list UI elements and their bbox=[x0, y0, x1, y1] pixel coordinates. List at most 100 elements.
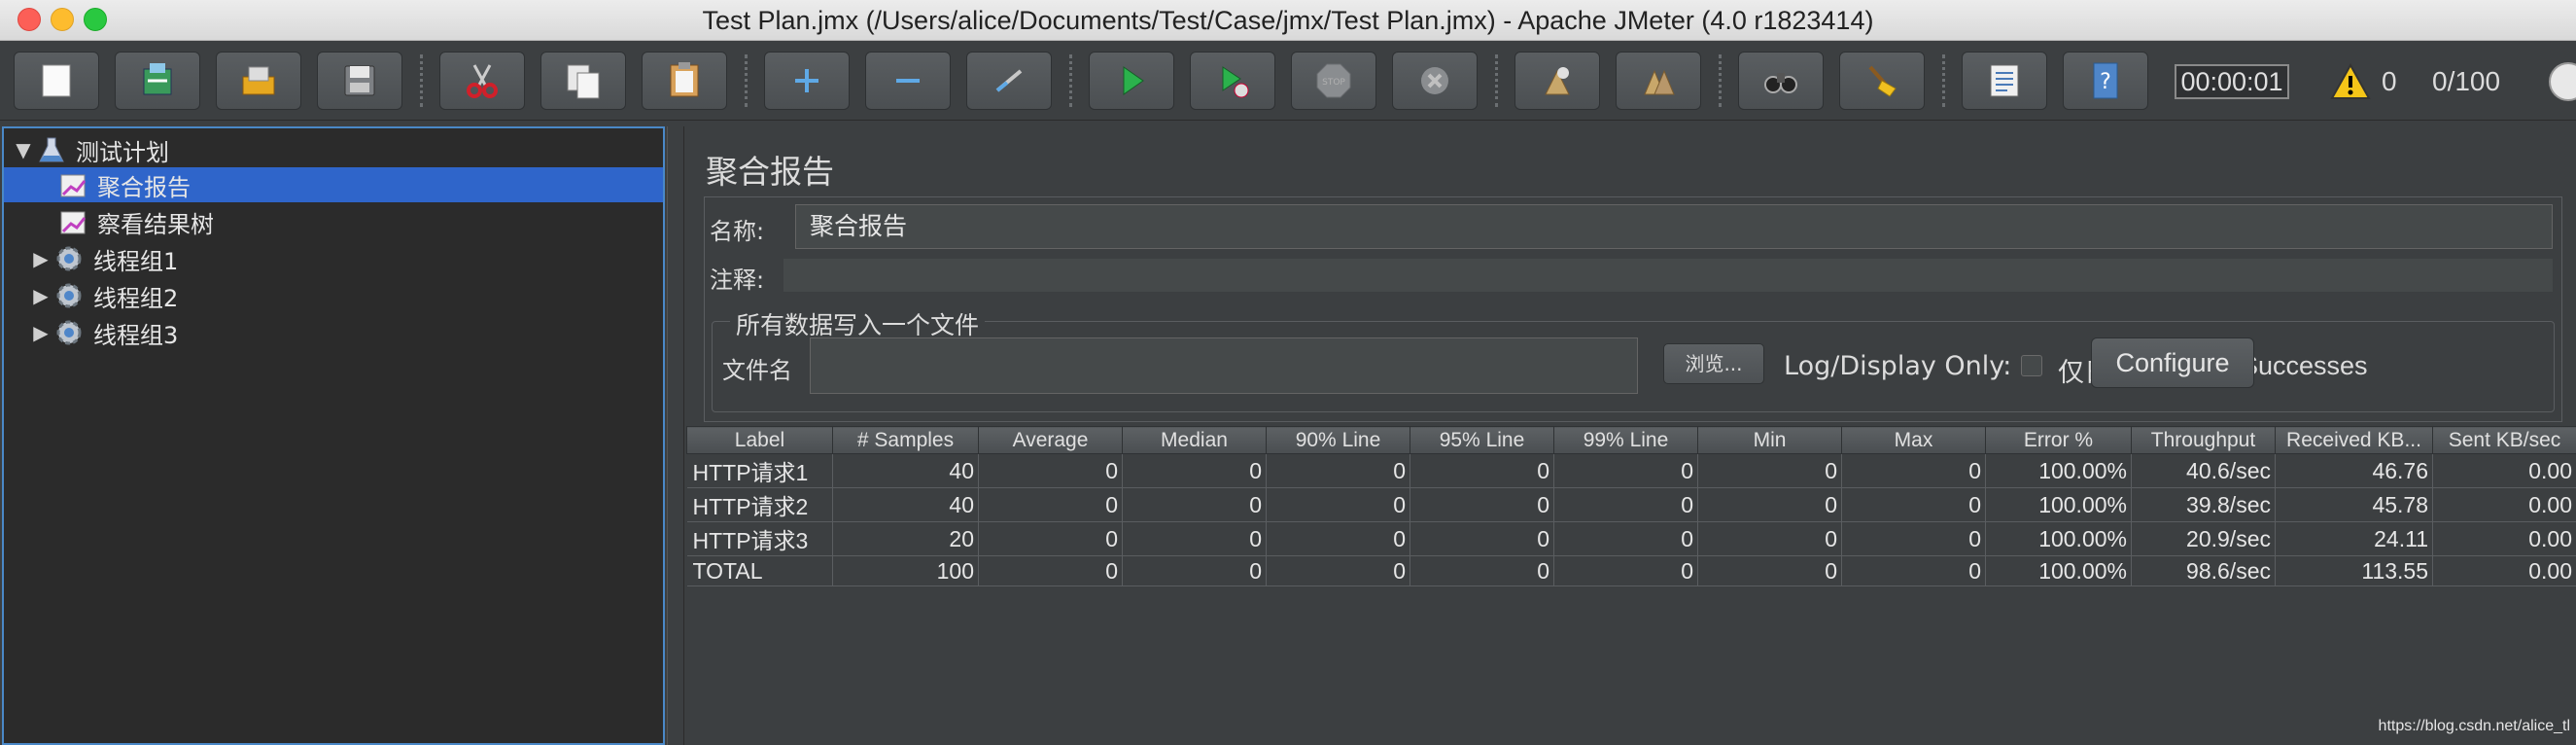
table-cell: 0 bbox=[1697, 521, 1842, 556]
copy-button[interactable] bbox=[540, 52, 626, 110]
table-cell: 20 bbox=[832, 521, 979, 556]
column-header[interactable]: Sent KB/sec bbox=[2432, 426, 2576, 454]
table-cell: 0.00 bbox=[2432, 487, 2576, 522]
collapse-arrow-icon[interactable]: ▼ bbox=[12, 138, 35, 161]
column-header[interactable]: 90% Line bbox=[1266, 426, 1410, 454]
warning-icon[interactable] bbox=[2330, 62, 2371, 101]
table-cell: 0 bbox=[1410, 521, 1554, 556]
column-header[interactable]: Max bbox=[1841, 426, 1986, 454]
table-cell: 0 bbox=[1553, 453, 1698, 488]
expand-icon bbox=[795, 69, 818, 92]
comment-field[interactable] bbox=[783, 259, 2553, 292]
watermark: https://blog.csdn.net/alice_tl bbox=[2378, 718, 2570, 734]
help-button[interactable]: ? bbox=[2063, 52, 2148, 110]
table-header-row: Label # Samples Average Median 90% Line 95% L… bbox=[686, 426, 2576, 454]
tree-node-view-results-tree[interactable]: 察看结果树 bbox=[56, 204, 640, 239]
table-cell: 0 bbox=[1122, 555, 1267, 586]
clear-all-button[interactable] bbox=[1616, 52, 1701, 110]
cut-button[interactable] bbox=[439, 52, 525, 110]
chart-icon bbox=[56, 206, 89, 237]
panel-splitter[interactable] bbox=[667, 126, 684, 745]
filename-label: 文件名 bbox=[722, 357, 792, 384]
name-field[interactable]: 聚合报告 bbox=[795, 204, 2553, 249]
column-header[interactable]: Throughput bbox=[2131, 426, 2276, 454]
expand-arrow-icon[interactable]: ▶ bbox=[29, 247, 52, 270]
table-cell: 0 bbox=[1697, 487, 1842, 522]
table-cell: 100 bbox=[832, 555, 979, 586]
table-cell: 100.00% bbox=[1985, 555, 2132, 586]
column-header[interactable]: Average bbox=[978, 426, 1123, 454]
column-header[interactable]: Median bbox=[1122, 426, 1267, 454]
name-label: 名称: bbox=[710, 218, 765, 245]
column-header[interactable]: Min bbox=[1697, 426, 1842, 454]
table-cell: 0 bbox=[1122, 521, 1267, 556]
start-no-pause-icon bbox=[1222, 66, 1249, 98]
table-cell: 98.6/sec bbox=[2131, 555, 2276, 586]
test-plan-tree[interactable]: ▼ 测试计划 聚合报告 察看结果树 ▶ 线程组1 ▶ 线程组2 ▶ 线程组3 bbox=[2, 126, 665, 745]
table-row[interactable]: HTTP请求3 20 0 0 0 0 0 0 0 100.00% 20.9/sec 24.11 0.00 bbox=[686, 521, 2576, 556]
tree-node-test-plan[interactable]: ▼ 测试计划 bbox=[12, 132, 663, 167]
table-row[interactable]: TOTAL 100 0 0 0 0 0 0 0 100.00% 98.6/sec 113.55 0.00 bbox=[686, 555, 2576, 586]
expand-button[interactable] bbox=[764, 52, 850, 110]
browse-button[interactable]: 浏览... bbox=[1663, 343, 1764, 384]
table-cell: 0 bbox=[1553, 521, 1698, 556]
results-table[interactable]: Label # Samples Average Median 90% Line 95% L… bbox=[686, 426, 2576, 745]
toggle-button[interactable] bbox=[966, 52, 1052, 110]
table-cell: 0 bbox=[1122, 453, 1267, 488]
stop-button[interactable]: STOP bbox=[1291, 52, 1376, 110]
copy-icon bbox=[567, 64, 600, 99]
toolbar-separator bbox=[1495, 54, 1498, 107]
table-row[interactable]: HTTP请求2 40 0 0 0 0 0 0 0 100.00% 39.8/sec 45.78 0.00 bbox=[686, 487, 2576, 522]
table-cell: 0 bbox=[978, 521, 1123, 556]
search-button[interactable] bbox=[1738, 52, 1824, 110]
table-cell: 0 bbox=[1697, 555, 1842, 586]
column-header[interactable]: Label bbox=[686, 426, 833, 454]
column-header[interactable]: 95% Line bbox=[1410, 426, 1554, 454]
function-helper-button[interactable] bbox=[1962, 52, 2047, 110]
column-header[interactable]: # Samples bbox=[832, 426, 979, 454]
table-cell: 0 bbox=[1410, 453, 1554, 488]
reset-search-button[interactable] bbox=[1839, 52, 1925, 110]
paste-button[interactable] bbox=[642, 52, 727, 110]
table-cell: 100.00% bbox=[1985, 487, 2132, 522]
collapse-icon bbox=[896, 79, 920, 83]
tree-node-thread-group-3[interactable]: ▶ 线程组3 bbox=[29, 315, 642, 350]
table-cell: 0.00 bbox=[2432, 555, 2576, 586]
file-group-title: 所有数据写入一个文件 bbox=[730, 306, 986, 341]
window-title: Test Plan.jmx (/Users/alice/Documents/Te… bbox=[702, 6, 1874, 35]
table-cell: 0.00 bbox=[2432, 521, 2576, 556]
table-row[interactable]: HTTP请求1 40 0 0 0 0 0 0 0 100.00% 40.6/sec 46.76 0.00 bbox=[686, 453, 2576, 488]
table-cell: HTTP请求1 bbox=[686, 453, 833, 488]
table-cell: 0 bbox=[1266, 487, 1410, 522]
start-no-pause-button[interactable] bbox=[1190, 52, 1275, 110]
table-cell: 0 bbox=[1841, 521, 1986, 556]
shutdown-button[interactable] bbox=[1392, 52, 1478, 110]
table-cell: 100.00% bbox=[1985, 453, 2132, 488]
tree-node-label: 测试计划 bbox=[76, 138, 169, 166]
clear-all-icon bbox=[1644, 69, 1675, 95]
expand-arrow-icon[interactable]: ▶ bbox=[29, 321, 52, 344]
clear-button[interactable] bbox=[1514, 52, 1600, 110]
open-button[interactable] bbox=[216, 52, 301, 110]
expand-arrow-icon[interactable]: ▶ bbox=[29, 284, 52, 307]
tree-node-aggregate-report[interactable]: 聚合报告 bbox=[4, 167, 663, 202]
column-header[interactable]: Error % bbox=[1985, 426, 2132, 454]
errors-only-checkbox[interactable] bbox=[2021, 355, 2042, 376]
filename-field[interactable] bbox=[810, 337, 1638, 394]
toolbar-separator bbox=[745, 54, 748, 107]
remote-status-icon[interactable] bbox=[2549, 62, 2576, 101]
collapse-button[interactable] bbox=[865, 52, 951, 110]
configure-button[interactable]: Configure bbox=[2091, 337, 2254, 388]
tree-node-thread-group-1[interactable]: ▶ 线程组1 bbox=[29, 241, 642, 276]
panel-title: 聚合报告 bbox=[706, 153, 834, 191]
tree-node-label: 察看结果树 bbox=[97, 210, 214, 238]
templates-button[interactable] bbox=[115, 52, 200, 110]
new-button[interactable] bbox=[14, 52, 99, 110]
column-header[interactable]: 99% Line bbox=[1553, 426, 1698, 454]
warning-count: 0 bbox=[2382, 66, 2397, 96]
save-button[interactable] bbox=[317, 52, 402, 110]
tree-node-thread-group-2[interactable]: ▶ 线程组2 bbox=[29, 278, 642, 313]
start-button[interactable] bbox=[1089, 52, 1174, 110]
column-header[interactable]: Received KB... bbox=[2275, 426, 2433, 454]
table-cell: 0 bbox=[1697, 453, 1842, 488]
